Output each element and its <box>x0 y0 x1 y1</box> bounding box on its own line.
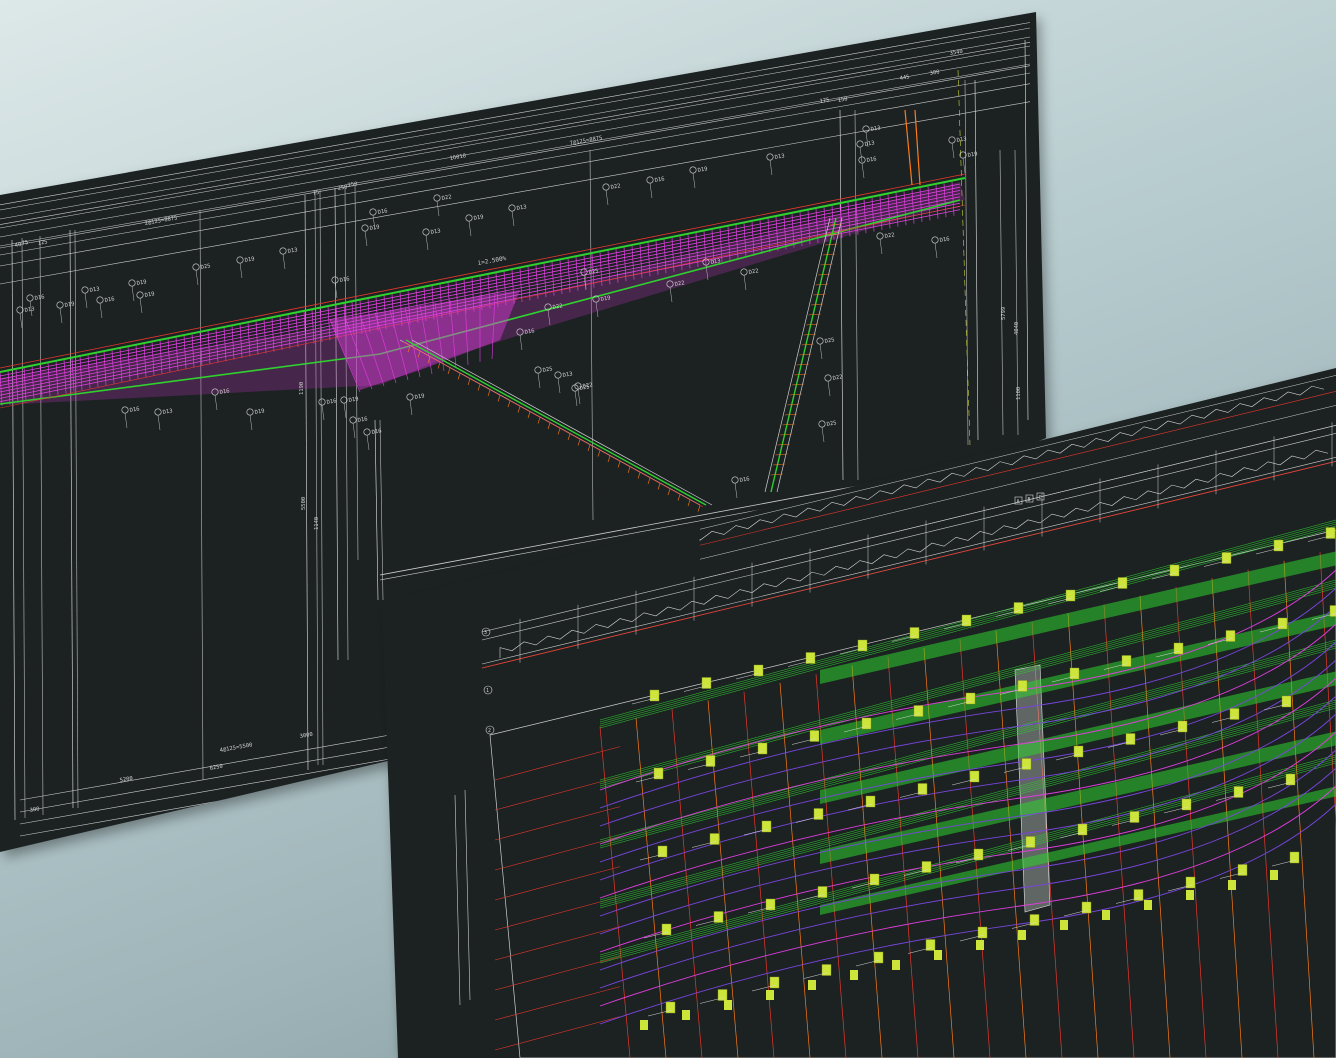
section-marker <box>724 1000 732 1010</box>
section-marker <box>1228 880 1236 890</box>
top-dimension-label: 75 <box>21 240 29 247</box>
section-marker <box>1102 910 1110 920</box>
axis-label: 1 <box>486 688 489 694</box>
section-marker <box>1060 920 1068 930</box>
section-marker <box>976 940 984 950</box>
left-dimension-label: 1140 <box>314 517 320 530</box>
right-dimension-label: 1100 <box>1016 387 1022 400</box>
section-marker <box>640 1020 648 1030</box>
top-dimension-label: 75 <box>312 190 320 197</box>
section-marker <box>1018 930 1026 940</box>
section-marker <box>682 1010 690 1020</box>
tag-label: A <box>1017 499 1020 505</box>
section-marker <box>934 950 942 960</box>
right-dimension-label: 5799 <box>1001 307 1007 320</box>
axis-label: 3 <box>484 630 487 636</box>
tag-label: C <box>1039 495 1042 501</box>
section-marker <box>892 960 900 970</box>
section-marker <box>1270 870 1278 880</box>
section-marker <box>1144 900 1152 910</box>
section-marker <box>850 970 858 980</box>
left-dimension-label: 1190 <box>299 382 305 395</box>
cad-drawings-scene: i=2.500% D16D13D19D25D19D13D16 D13D16D19D… <box>0 12 1336 1058</box>
axis-label: 2 <box>488 728 491 734</box>
section-marker <box>1186 890 1194 900</box>
left-dimension-label: 5500 <box>301 497 307 510</box>
tag-label: B <box>1028 497 1031 503</box>
section-marker <box>808 980 816 990</box>
section-marker <box>766 990 774 1000</box>
right-dimension-label: 4040 <box>1014 322 1020 335</box>
